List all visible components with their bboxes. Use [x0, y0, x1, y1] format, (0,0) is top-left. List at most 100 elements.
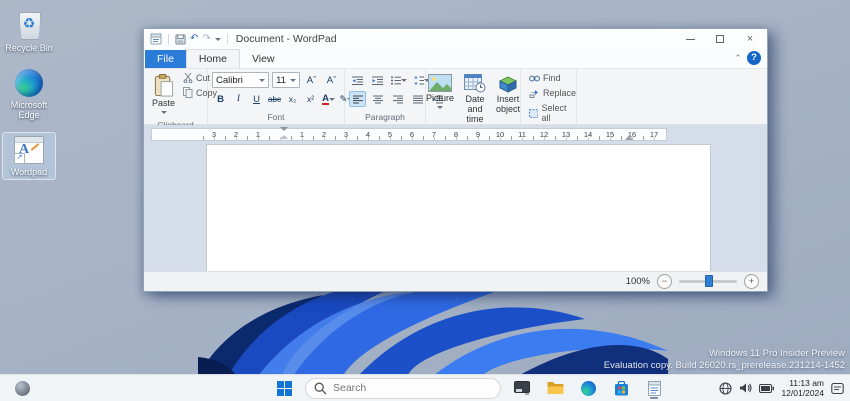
increase-indent-icon	[372, 76, 383, 85]
window-controls: ×	[675, 30, 765, 48]
zoom-slider[interactable]	[679, 280, 737, 283]
ruler-unit: 1	[247, 129, 269, 140]
desktop-icon-microsoft-edge[interactable]: Microsoft Edge	[2, 65, 56, 123]
paste-button[interactable]: Paste	[148, 72, 179, 119]
increase-indent-button[interactable]	[369, 72, 386, 88]
superscript-button[interactable]: x²	[302, 91, 319, 107]
ruler-unit: 3	[203, 129, 225, 140]
bold-button[interactable]: B	[212, 91, 229, 107]
running-indicator	[650, 397, 658, 399]
help-button[interactable]: ?	[747, 51, 761, 65]
align-left-button[interactable]	[349, 91, 366, 107]
ruler-unit: 3	[335, 129, 357, 140]
close-button[interactable]: ×	[735, 30, 765, 48]
zoom-out-button[interactable]: −	[657, 274, 672, 289]
group-editing: Find Replace	[521, 69, 577, 124]
edge-taskbar-icon	[581, 381, 596, 396]
align-right-icon	[393, 95, 403, 104]
font-family-select[interactable]: Calibri	[212, 72, 269, 88]
shrink-font-button[interactable]: Aˇ	[323, 72, 340, 88]
strikethrough-button[interactable]: abc	[266, 91, 283, 107]
subscript-button[interactable]: x₂	[284, 91, 301, 107]
insert-object-icon	[497, 74, 519, 93]
group-font: Calibri 11 Aˆ Aˇ B I	[208, 69, 345, 124]
qat-customize-caret-icon[interactable]	[215, 38, 221, 44]
ruler-unit: 7	[423, 129, 445, 140]
tab-home[interactable]: Home	[186, 49, 240, 68]
desktop-icon-recycle-bin[interactable]: ♻ Recycle Bin	[2, 6, 56, 56]
replace-icon	[529, 89, 540, 98]
underline-button[interactable]: U	[248, 91, 265, 107]
task-view-icon	[514, 381, 530, 395]
font-size-caret-icon	[290, 79, 296, 85]
redo-icon[interactable]: ↷	[202, 33, 210, 45]
ruler-unit: 6	[401, 129, 423, 140]
first-line-indent-marker[interactable]	[280, 127, 288, 137]
tab-view[interactable]: View	[240, 50, 287, 68]
group-insert: Picture Date and time	[426, 69, 521, 124]
recycle-bin-icon: ♻	[16, 10, 42, 40]
group-label-font: Font	[208, 111, 344, 124]
edge-button[interactable]	[576, 377, 600, 399]
document-page[interactable]	[206, 144, 711, 271]
wordpad-taskbar-button[interactable]	[642, 377, 666, 399]
date-time-button[interactable]: Date and time	[460, 72, 490, 126]
start-button[interactable]	[272, 377, 296, 399]
right-indent-marker[interactable]	[625, 131, 633, 140]
font-color-button[interactable]: A	[320, 91, 337, 107]
zoom-slider-thumb[interactable]	[705, 275, 713, 287]
notification-center-icon[interactable]	[831, 382, 844, 395]
font-family-caret-icon	[259, 79, 265, 85]
network-icon[interactable]	[719, 382, 732, 395]
collapse-ribbon-icon[interactable]: ⌃	[729, 53, 747, 64]
tab-file[interactable]: File	[145, 50, 186, 68]
list-caret-icon	[401, 79, 407, 85]
picture-button[interactable]: Picture	[422, 72, 458, 126]
paste-icon	[154, 74, 174, 97]
volume-icon[interactable]	[739, 382, 752, 394]
replace-button[interactable]: Replace	[527, 87, 578, 99]
italic-button[interactable]: I	[230, 91, 247, 107]
select-all-button[interactable]: Select all	[527, 102, 578, 124]
document-area: 3211234567891011121314151617	[144, 125, 767, 271]
ruler-unit: 11	[511, 129, 533, 140]
align-right-button[interactable]	[389, 91, 406, 107]
clock[interactable]: 11:13 am 12/01/2024	[781, 378, 824, 398]
decrease-indent-button[interactable]	[349, 72, 366, 88]
grow-font-button[interactable]: Aˆ	[303, 72, 320, 88]
align-left-icon	[353, 95, 363, 104]
ruler-unit: 10	[489, 129, 511, 140]
desktop-icon-label: Wordpad	[11, 167, 47, 177]
desktop-icon-wordpad[interactable]: A ↗ Wordpad	[2, 132, 56, 180]
insert-object-button[interactable]: Insert object	[492, 72, 524, 126]
align-center-button[interactable]	[369, 91, 386, 107]
list-button[interactable]	[389, 72, 409, 88]
maximize-button[interactable]	[705, 30, 735, 48]
window-title: Document - WordPad	[236, 33, 675, 45]
wordpad-window: ↶ ↷ Document - WordPad × File Home View …	[143, 28, 768, 292]
taskbar-search[interactable]	[305, 378, 501, 399]
title-bar[interactable]: ↶ ↷ Document - WordPad ×	[144, 29, 767, 49]
ruler[interactable]: 3211234567891011121314151617	[151, 128, 667, 141]
date-time-icon	[464, 74, 486, 93]
find-button[interactable]: Find	[527, 72, 578, 84]
task-view-button[interactable]	[510, 377, 534, 399]
search-input[interactable]	[305, 378, 501, 399]
microsoft-store-button[interactable]	[609, 377, 633, 399]
font-size-select[interactable]: 11	[272, 72, 300, 88]
widgets-button[interactable]	[10, 377, 34, 399]
evaluation-watermark: Windows 11 Pro Insider Preview Evaluatio…	[604, 348, 845, 372]
minimize-button[interactable]	[675, 30, 705, 48]
zoom-in-button[interactable]: +	[744, 274, 759, 289]
file-explorer-button[interactable]	[543, 377, 567, 399]
find-icon	[529, 74, 540, 83]
ribbon-tabs: File Home View ⌃ ?	[144, 49, 767, 69]
bullet-list-icon	[391, 76, 401, 85]
ruler-unit: 4	[357, 129, 379, 140]
battery-icon[interactable]	[759, 384, 774, 393]
select-all-icon	[529, 109, 538, 118]
ruler-unit: 14	[577, 129, 599, 140]
undo-icon[interactable]: ↶	[190, 33, 198, 45]
save-icon[interactable]	[175, 34, 186, 45]
watermark-line1: Windows 11 Pro Insider Preview	[604, 348, 845, 360]
